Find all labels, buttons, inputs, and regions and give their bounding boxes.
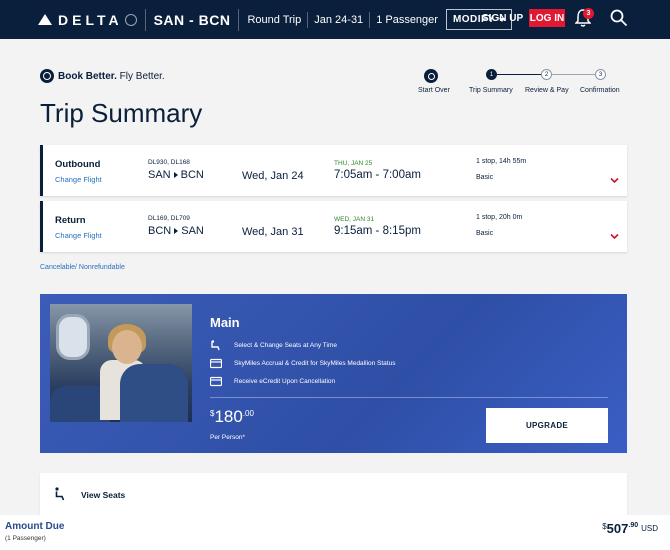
step-3-dot: 3 <box>595 69 606 80</box>
divider <box>369 11 371 28</box>
cabin-photo <box>50 304 192 422</box>
flight-numbers: DL930, DL168 <box>148 159 190 166</box>
card-icon <box>210 376 222 387</box>
delta-logo[interactable]: DELTA <box>38 12 137 28</box>
chevron-down-icon[interactable] <box>610 176 619 185</box>
seat-icon <box>55 487 65 501</box>
step-start-over[interactable]: Start Over <box>418 87 450 94</box>
book-better-tagline: Book Better. Fly Better. <box>40 69 165 83</box>
view-seats-row[interactable]: View Seats <box>40 473 627 515</box>
total-price: $507.90 USD <box>602 521 658 536</box>
change-flight-link[interactable]: Change Flight <box>55 231 102 240</box>
chevron-down-icon[interactable] <box>610 232 619 241</box>
step-connector <box>552 74 595 75</box>
arrival-date: THU, JAN 25 <box>334 160 373 167</box>
top-nav: DELTA SAN - BCN Round Trip Jan 24-31 1 P… <box>0 0 670 39</box>
flight-route: BCN SAN <box>148 225 204 237</box>
step-connector <box>497 74 541 75</box>
notification-badge: 3 <box>583 8 594 19</box>
upgrade-button[interactable]: UPGRADE <box>486 408 608 443</box>
card-icon <box>210 358 222 369</box>
step-2-dot: 2 <box>541 69 552 80</box>
upsell-price: $180.00 <box>210 407 254 426</box>
trip-type: Round Trip <box>247 13 302 26</box>
log-in-button[interactable]: LOG IN <box>529 9 565 27</box>
delta-widget-icon <box>38 14 52 25</box>
arrival-date: WED, JAN 31 <box>334 216 375 223</box>
globe-icon <box>124 13 137 26</box>
fare-class: Basic <box>476 174 494 181</box>
search-icon[interactable] <box>610 9 628 27</box>
flight-direction: Return <box>55 215 86 226</box>
departure-date: Wed, Jan 24 <box>242 170 304 182</box>
feature-ecredit: Receive eCredit Upon Cancellation <box>210 376 335 387</box>
feature-skymiles: SkyMiles Accrual & Credit for SkyMiles M… <box>210 358 395 369</box>
stops-duration: 1 stop, 20h 0m <box>476 214 523 221</box>
departure-date: Wed, Jan 31 <box>242 226 304 238</box>
trip-route: SAN - BCN <box>153 11 231 28</box>
start-over-icon[interactable] <box>424 69 438 83</box>
seat-icon <box>211 340 220 351</box>
flight-times: 7:05am - 7:00am <box>334 169 421 181</box>
flight-card-outbound[interactable]: Outbound Change Flight DL930, DL168 SAN B… <box>40 145 627 196</box>
passenger-note: (1 Passenger) <box>5 535 46 542</box>
trip-dates: Jan 24-31 <box>314 13 364 26</box>
fare-class: Basic <box>476 230 494 237</box>
divider <box>307 11 309 28</box>
arrow-right-icon <box>173 172 178 178</box>
amount-due-label[interactable]: Amount Due <box>5 521 64 532</box>
delta-badge-icon <box>40 69 54 83</box>
step-confirmation: Confirmation <box>580 87 620 94</box>
passenger-count: 1 Passenger <box>376 13 438 26</box>
feature-seats: Select & Change Seats at Any Time <box>210 340 337 351</box>
view-seats-label: View Seats <box>81 490 126 500</box>
upsell-title: Main <box>210 315 240 330</box>
step-trip-summary: Trip Summary <box>469 87 513 94</box>
flight-numbers: DL169, DL709 <box>148 215 190 222</box>
amount-due-bar: Amount Due (1 Passenger) $507.90 USD <box>0 515 670 550</box>
change-flight-link[interactable]: Change Flight <box>55 175 102 184</box>
divider <box>210 397 608 398</box>
price-note: Per Person* <box>210 434 246 441</box>
flight-route: SAN BCN <box>148 169 204 181</box>
stops-duration: 1 stop, 14h 55m <box>476 158 527 165</box>
cancel-policy-link[interactable]: Cancelable/ Nonrefundable <box>40 264 125 271</box>
page-title: Trip Summary <box>40 98 203 128</box>
flight-times: 9:15am - 8:15pm <box>334 225 421 237</box>
main-cabin-upsell: Main Select & Change Seats at Any Time S… <box>40 294 627 453</box>
divider <box>144 8 146 31</box>
flight-direction: Outbound <box>55 159 101 170</box>
arrow-right-icon <box>174 228 179 234</box>
step-review-pay: Review & Pay <box>525 87 569 94</box>
sign-up-link[interactable]: SIGN UP <box>482 13 523 24</box>
flight-card-return[interactable]: Return Change Flight DL169, DL709 BCN SAN… <box>40 201 627 252</box>
divider <box>238 8 240 31</box>
step-1-dot: 1 <box>486 69 497 80</box>
